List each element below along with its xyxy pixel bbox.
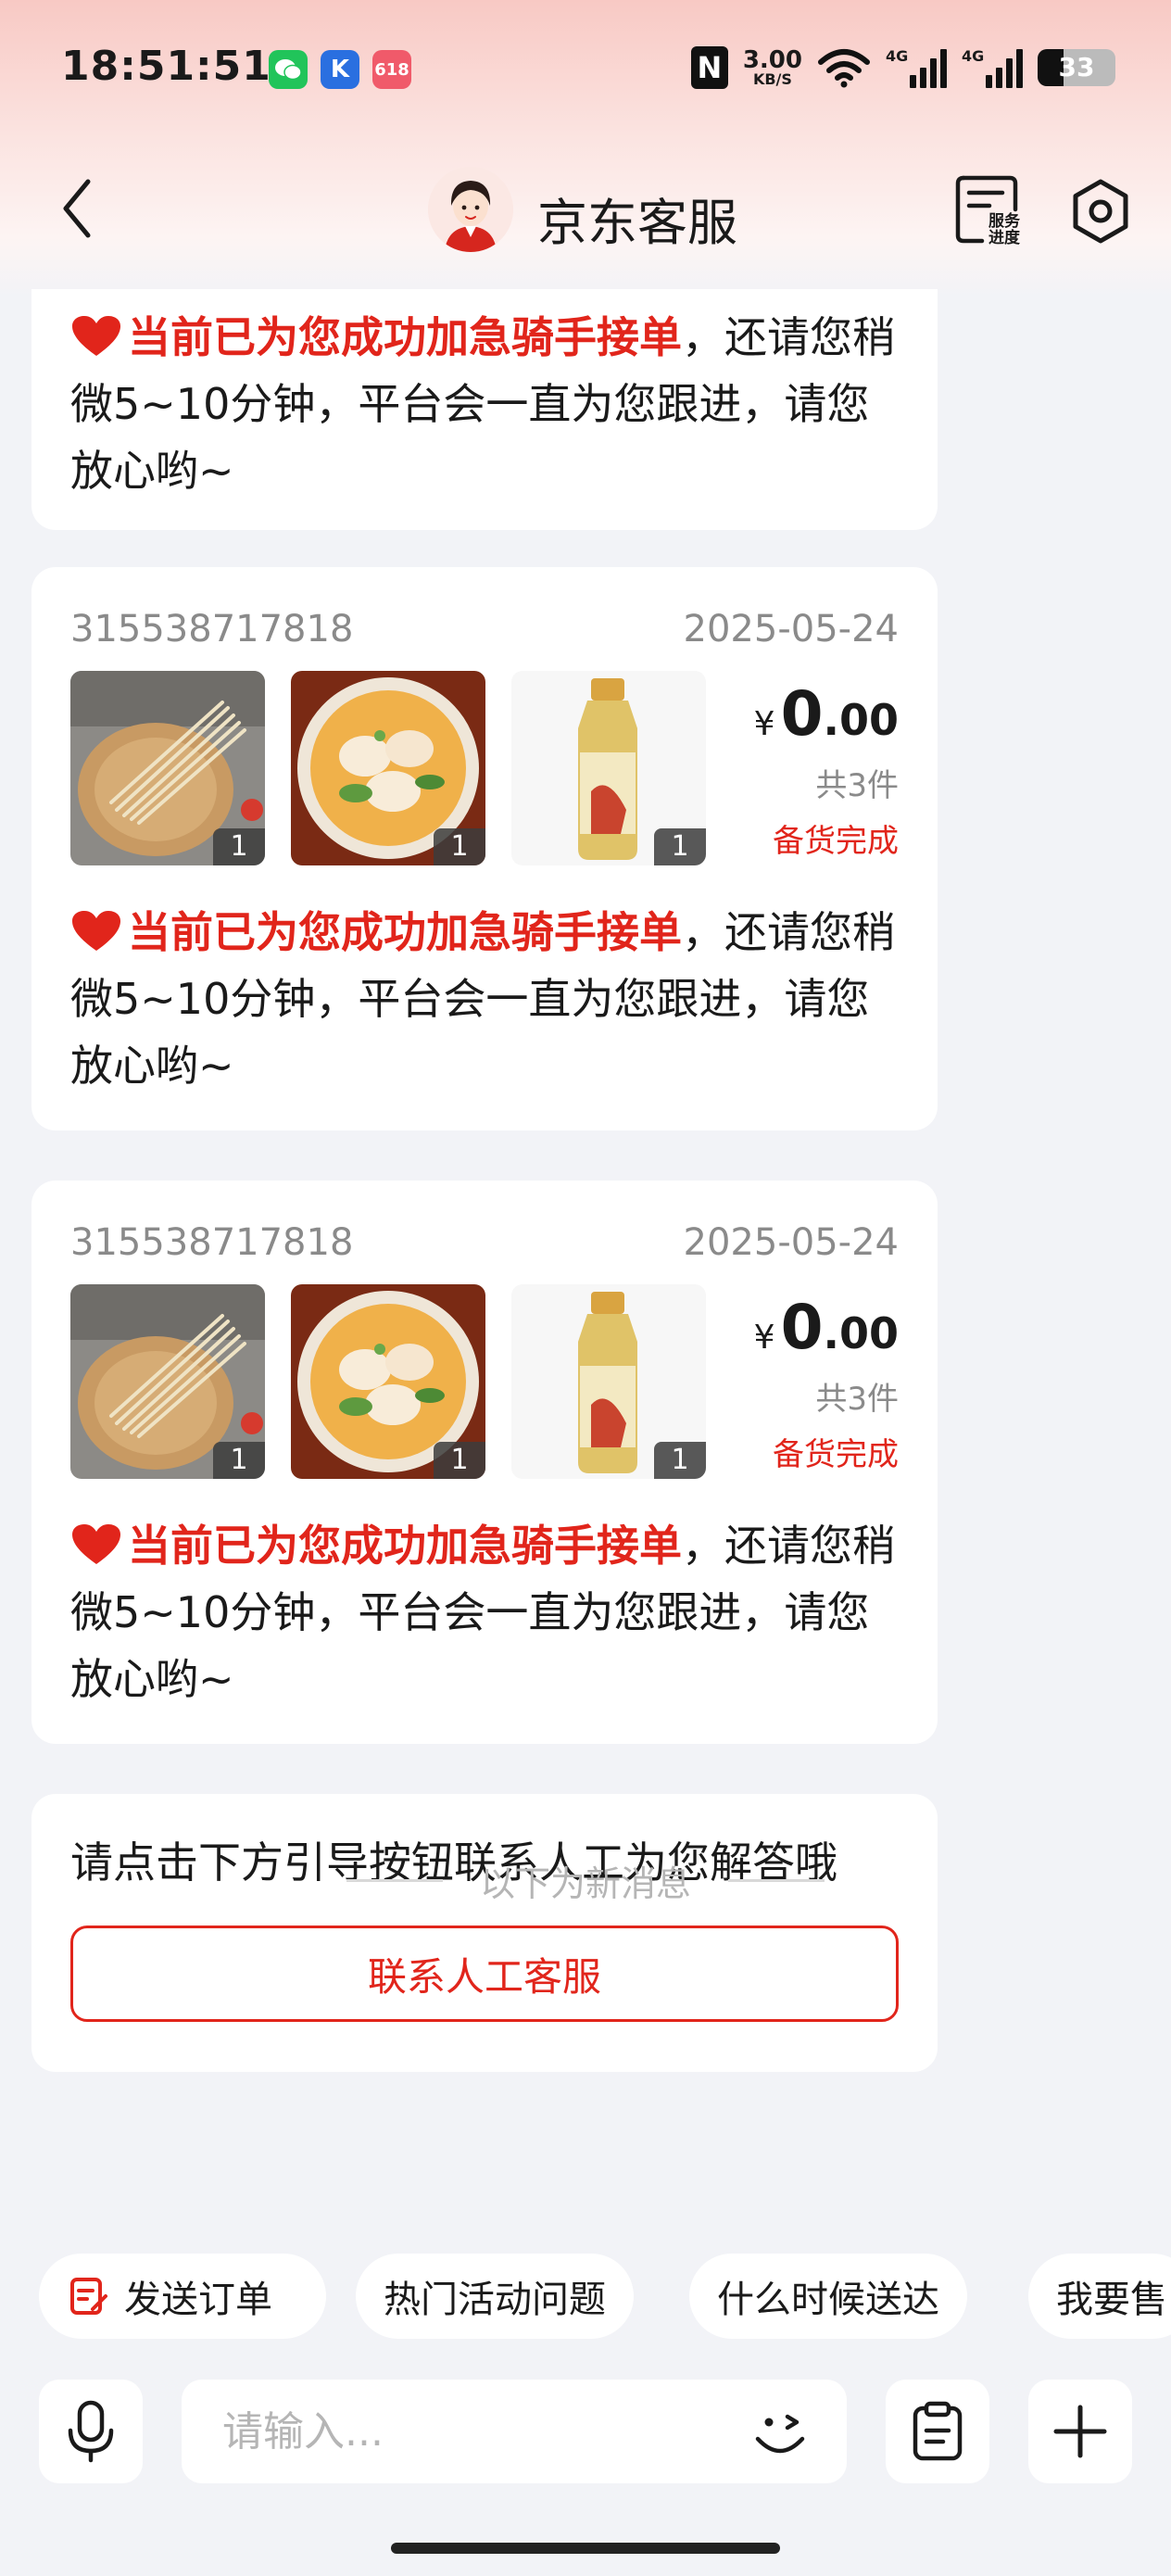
service-progress-icon: 服务 进度 [955,175,1021,247]
chip-label: 我要售 [1056,2279,1167,2321]
divider-line-right [728,1879,825,1882]
product-thumb-noodles[interactable]: 1 [70,671,265,865]
plus-icon [1053,2405,1107,2458]
contact-agent-card: 请点击下方引导按钮联系人工为您解答哦 联系人工客服 [31,1794,938,2072]
voice-button[interactable] [39,2380,143,2483]
service-progress-label-2: 进度 [988,228,1021,246]
price-decimal: .00 [823,1308,900,1358]
product-thumb-wonton-soup[interactable]: 1 [291,671,485,865]
order-id: 315538717818 [70,608,354,650]
input-bar [0,2359,1171,2576]
battery-level: 33 [1058,52,1095,82]
chip-delivery-time[interactable]: 什么时候送达 [689,2254,967,2339]
message-input-box[interactable] [182,2380,847,2483]
product-thumb-noodles[interactable]: 1 [70,1284,265,1479]
product-qty: 1 [213,828,265,865]
sim2-signal-icon: 4G [962,47,1023,88]
chat-area[interactable]: 当前已为您成功加急骑手接单，还请您稍微5~10分钟，平台会一直为您跟进，请您放心… [0,289,1171,2254]
message-text: 当前已为您成功加急骑手接单，还请您稍微5~10分钟，平台会一直为您跟进，请您放心… [70,304,904,504]
status-bar: 18:51:51 K 618 N 3.00 KB/S 4G 4G 33 [0,0,1171,139]
product-thumb-wonton-soup[interactable]: 1 [291,1284,485,1479]
heart-icon [72,316,120,356]
order-id: 315538717818 [70,1221,354,1264]
message-highlight: 当前已为您成功加急骑手接单 [128,907,682,957]
divider-line-left [346,1879,443,1882]
chip-label: 什么时候送达 [717,2279,939,2321]
order-price: ¥0.00 [754,678,899,750]
network-speed-value: 3.00 [742,46,802,74]
product-qty: 1 [654,828,706,865]
product-qty: 1 [213,1442,265,1479]
order-card[interactable]: 315538717818 2025-05-24 1 1 1 ¥ 0 .00 共3… [31,1181,938,1744]
order-status: 备货完成 [773,823,899,860]
new-messages-label: 以下为新消息 [479,1863,691,1904]
chevron-left-icon [63,179,91,238]
message-text: 当前已为您成功加急骑手接单，还请您稍微5~10分钟，平台会一直为您跟进，请您放心… [70,1512,904,1712]
order-edit-icon [70,2278,107,2315]
order-date: 2025-05-24 [683,608,899,650]
heart-icon [72,911,120,951]
message-highlight: 当前已为您成功加急骑手接单 [128,1521,682,1571]
k-app-icon: K [321,50,359,89]
new-messages-divider: 以下为新消息 [0,1855,1171,1906]
price-integer: 0 [780,1292,824,1363]
product-qty: 1 [434,828,485,865]
status-indicators: N 3.00 KB/S 4G 4G 33 [690,44,1115,91]
status-time: 18:51:51 [61,43,271,90]
price-integer: 0 [780,678,824,750]
contact-agent-button[interactable]: 联系人工客服 [70,1926,899,2022]
chip-after-sales[interactable]: 我要售 [1028,2254,1171,2339]
settings-button[interactable] [1065,176,1136,246]
chip-send-order[interactable]: 发送订单 [39,2254,326,2339]
item-count: 共3件 [815,1381,899,1418]
price-currency: ¥ [753,1319,775,1357]
order-card[interactable]: 315538717818 2025-05-24 1 1 1 ¥ 0 .00 共3… [31,567,938,1130]
quick-reply-bar[interactable]: 发送订单 热门活动问题 什么时候送达 我要售 [0,2254,1171,2342]
home-indicator[interactable] [391,2543,780,2554]
product-qty: 1 [654,1442,706,1479]
product-qty: 1 [434,1442,485,1479]
chip-hot-activity[interactable]: 热门活动问题 [356,2254,634,2339]
network-speed: 3.00 KB/S [743,48,802,87]
product-thumb-tea-bottle[interactable]: 1 [511,671,706,865]
gear-icon [1073,179,1128,244]
product-thumb-tea-bottle[interactable]: 1 [511,1284,706,1479]
page-title: 京东客服 [537,194,737,252]
clipboard-button[interactable] [886,2380,989,2483]
chip-label: 热门活动问题 [384,2279,606,2321]
wifi-icon [818,49,870,88]
wechat-icon [269,50,308,89]
more-button[interactable] [1028,2380,1132,2483]
message-input[interactable] [222,2400,704,2463]
nav-bar: 京东客服 服务 进度 [0,167,1171,252]
sim1-signal-icon: 4G [886,47,947,88]
item-count: 共3件 [815,767,899,804]
clipboard-icon [913,2401,963,2461]
order-date: 2025-05-24 [683,1221,899,1264]
shopping-app-icon: 618 [372,50,411,89]
network-speed-unit: KB/S [752,70,792,88]
heart-icon [72,1524,120,1564]
message-card: 当前已为您成功加急骑手接单，还请您稍微5~10分钟，平台会一直为您跟进，请您放心… [31,289,938,530]
order-status: 备货完成 [773,1436,899,1473]
sim1-type: 4G [886,47,909,65]
sim2-type: 4G [962,47,985,65]
nfc-icon: N [690,46,728,89]
order-price: ¥0.00 [754,1292,899,1363]
price-currency: ¥ [753,705,775,743]
message-highlight: 当前已为您成功加急骑手接单 [128,312,682,362]
price-decimal: .00 [823,695,900,745]
service-progress-button[interactable]: 服务 进度 [954,172,1025,247]
emoji-icon[interactable] [747,2402,813,2465]
message-text: 当前已为您成功加急骑手接单，还请您稍微5~10分钟，平台会一直为您跟进，请您放心… [70,899,904,1099]
battery-icon: 33 [1038,49,1115,86]
agent-avatar [428,167,513,252]
chip-label: 发送订单 [124,2279,272,2321]
back-button[interactable] [44,167,109,250]
microphone-icon [68,2400,114,2463]
service-progress-label-1: 服务 [988,211,1021,231]
